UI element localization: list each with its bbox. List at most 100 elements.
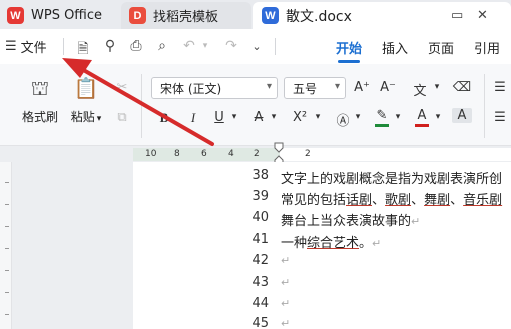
increase-font-icon[interactable]: A⁺ — [352, 80, 372, 95]
tab-template-store[interactable]: D 找稻壳模板 — [121, 2, 251, 29]
menu-bar: ☰ 文件 🗎 ⚲ ⎙ ⌕ ↶ ▾ ↷ ⌄ 开始 插入 页面 引用 — [0, 29, 511, 64]
print-preview-icon[interactable]: ⌕ — [153, 38, 171, 54]
chevron-down-icon[interactable]: ⌄ — [248, 40, 266, 53]
separator — [275, 38, 276, 55]
separator — [141, 74, 142, 138]
chevron-down-icon[interactable]: ▾ — [348, 112, 368, 122]
character-shading-icon[interactable]: A — [452, 108, 472, 123]
close-icon[interactable]: ✕ — [477, 8, 488, 23]
text-run: 音乐剧 — [463, 193, 503, 208]
chevron-down-icon[interactable]: ▾ — [224, 112, 244, 122]
redo-icon[interactable]: ↷ — [222, 38, 240, 54]
line-number: 40 — [252, 210, 269, 225]
ruler-tick-label: 8 — [174, 149, 180, 159]
format-painter-button[interactable]: ⛫ 格式刷 — [20, 76, 60, 125]
hamburger-icon: ☰ — [5, 39, 17, 54]
font-name-select[interactable]: 宋体 (正文) ▾ — [151, 77, 278, 99]
text-run: 、 — [372, 193, 386, 208]
save-icon[interactable]: 🗎 — [74, 38, 92, 62]
text-run: 舞剧 — [424, 193, 451, 208]
decrease-font-icon[interactable]: A⁻ — [378, 80, 398, 95]
text-run: 综合艺术 — [307, 236, 360, 251]
document-line[interactable]: ↵ — [281, 316, 290, 329]
document-line[interactable]: ↵ — [281, 296, 290, 311]
paste-button[interactable]: 📋 粘贴 ▾ — [66, 76, 106, 125]
line-number: 39 — [252, 189, 269, 204]
ruler-tick-label: 2 — [305, 149, 311, 159]
text-run: 常见的包括 — [281, 193, 347, 208]
text-run: 、 — [411, 193, 425, 208]
format-painter-label: 格式刷 — [21, 110, 58, 124]
horizontal-ruler[interactable] — [133, 148, 511, 161]
paragraph-mark-icon: ↵ — [281, 276, 291, 289]
copy-icon[interactable]: ⧉ — [112, 110, 132, 125]
paragraph-mark-icon: ↵ — [372, 237, 382, 250]
paragraph-mark-icon: ↵ — [281, 297, 291, 310]
chevron-down-icon[interactable]: ▾ — [388, 112, 408, 122]
tab-home[interactable]: 开始 — [336, 38, 362, 57]
cut-icon[interactable]: ✂ — [112, 80, 132, 95]
tab-wps-office[interactable]: W WPS Office — [0, 2, 119, 29]
bold-icon[interactable]: B — [154, 110, 174, 126]
wps-logo-icon: W — [7, 7, 24, 24]
title-tab-bar: W WPS Office D 找稻壳模板 W 散文.docx ▭ ✕ — [0, 0, 511, 29]
line-text: 舞台上当众表演故事的 — [281, 214, 412, 229]
tab-document[interactable]: W 散文.docx ▭ ✕ — [253, 2, 511, 29]
italic-icon[interactable]: I — [183, 110, 203, 126]
chevron-down-icon[interactable]: ▾ — [427, 82, 447, 92]
text-run: 歌剧 — [385, 193, 412, 208]
chevron-down-icon[interactable]: ▾ — [264, 112, 284, 122]
document-line[interactable]: 文字上的戏剧概念是指为戏剧表演所创 — [281, 168, 502, 187]
format-brush-icon[interactable]: ⚲ — [101, 38, 119, 54]
file-menu-label: 文件 — [20, 41, 47, 56]
vertical-ruler[interactable] — [0, 162, 12, 329]
font-size-select[interactable]: 五号 ▾ — [284, 77, 346, 99]
highlight-color-bar — [375, 124, 389, 127]
clear-format-icon[interactable]: ⌫ — [452, 80, 472, 95]
text-run: 话剧 — [346, 193, 373, 208]
document-line[interactable]: 舞台上当众表演故事的↵ — [281, 210, 420, 229]
paragraph-mark-icon: ↵ — [281, 254, 291, 267]
active-tab-indicator — [338, 60, 360, 63]
undo-dropdown-icon[interactable]: ▾ — [196, 41, 214, 51]
ruler-tick-label: 2 — [254, 149, 260, 159]
document-line[interactable]: ↵ — [281, 253, 290, 268]
chevron-down-icon[interactable]: ▾ — [308, 112, 328, 122]
separator — [63, 38, 64, 55]
document-line[interactable]: 常见的包括话剧、歌剧、舞剧、音乐剧 — [281, 189, 502, 208]
tab-references[interactable]: 引用 — [474, 38, 500, 57]
document-line[interactable]: 一种综合艺术。↵ — [281, 232, 381, 251]
format-painter-icon: ⛫ — [30, 76, 50, 100]
paragraph-mark-icon: ↵ — [281, 317, 291, 329]
line-number: 38 — [252, 168, 269, 183]
file-menu-button[interactable]: ☰ 文件 — [5, 37, 47, 56]
separator — [484, 74, 485, 138]
window-restore-icon[interactable]: ▭ — [451, 8, 463, 23]
ribbon-home: ⛫ 格式刷 📋 粘贴 ▾ ✂ ⧉ 宋体 (正文) ▾ 五号 ▾ A⁺ A⁻ 文 ▾… — [0, 64, 511, 146]
font-color-bar — [415, 124, 429, 127]
chevron-down-icon: ▾ — [266, 81, 272, 92]
chevron-down-icon: ▾ — [334, 81, 340, 92]
document-line[interactable]: ↵ — [281, 275, 290, 290]
chevron-down-icon[interactable]: ▾ — [428, 112, 448, 122]
line-number: 41 — [252, 232, 269, 247]
text-run: 一种 — [281, 236, 308, 251]
line-number: 42 — [252, 253, 269, 268]
print-icon[interactable]: ⎙ — [127, 38, 145, 54]
tab-insert[interactable]: 插入 — [382, 38, 408, 57]
line-number: 44 — [252, 296, 269, 311]
ruler-tick-label: 6 — [201, 149, 207, 159]
text-run: 、 — [450, 193, 464, 208]
tab-label: 找稻壳模板 — [153, 10, 219, 25]
paste-icon: 📋 — [73, 76, 99, 100]
align-icon[interactable]: ☰ — [490, 110, 510, 125]
line-number: 43 — [252, 275, 269, 290]
line-text: 文字上的戏剧概念是指为戏剧表演所创 — [281, 172, 503, 187]
ruler-tick-label: 4 — [228, 149, 234, 159]
tab-page[interactable]: 页面 — [428, 38, 454, 57]
tab-label: 散文.docx — [286, 8, 352, 25]
bullet-list-icon[interactable]: ☰ — [490, 80, 510, 95]
tab-label: WPS Office — [31, 8, 103, 23]
line-number: 45 — [252, 316, 269, 329]
superscript-icon[interactable]: X² — [290, 110, 310, 125]
